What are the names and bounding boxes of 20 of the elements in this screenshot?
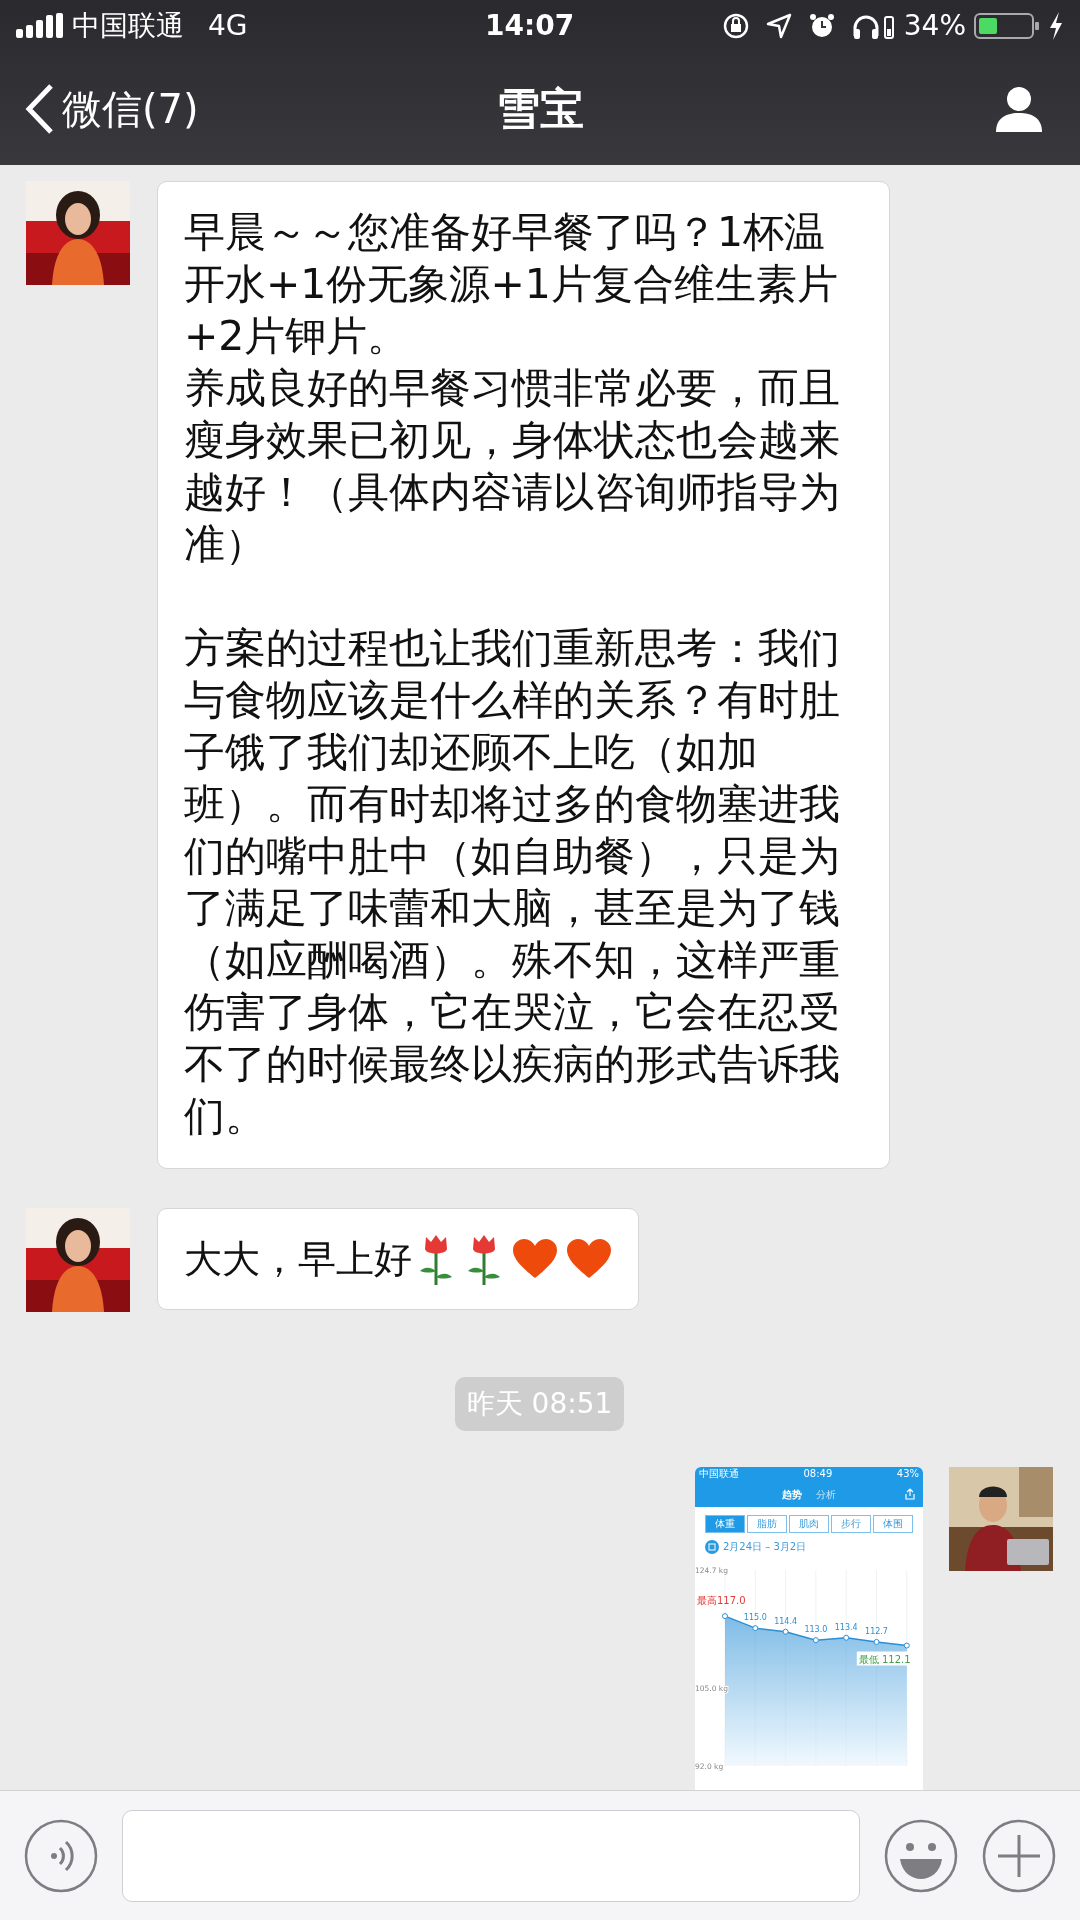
data-label: 114.4 — [774, 1616, 798, 1626]
data-label: 最高117.0 — [697, 1595, 746, 1607]
message-text: 方案的过程也让我们重新思考：我们与食物应该是什么样的关系？有时肚子饿了我们却还顾不上吃（如加班）。而有时却将过多的食物塞进我们的嘴中肚中（如自助餐），只是为了满足了味蕾和大脑，甚至是为了钱（如应酬喝酒）。殊不知，这样严重伤害了身体，它在哭泣，它会在忍受不了的时候最终以疾病的形式告诉我们。 — [184, 623, 841, 1142]
battery-percent: 34% — [903, 8, 966, 44]
data-label: 113.4 — [834, 1622, 858, 1632]
date-range: 2月24日 – 3月2日 — [723, 1540, 807, 1554]
message-text: 大大，早上好 — [184, 1236, 412, 1283]
data-label: 112.7 — [865, 1626, 888, 1636]
data-label: 最低 112.1 — [858, 1653, 911, 1665]
data-label: 115.0 — [743, 1613, 767, 1623]
network-type: 4G — [208, 8, 248, 44]
message-text: 养成良好的早餐习惯非常必要，而且瘦身效果已初见，身体状态也会越来越好！（具体内容请以咨询师指导为准） — [184, 363, 841, 570]
chat-title: 雪宝 — [496, 81, 584, 136]
data-label: 113.0 — [804, 1625, 828, 1635]
battery-percent: 43% — [896, 1469, 919, 1479]
message-text: 早晨～～您准备好早餐了吗？1杯温开水+1份无象源+1片复合维生素片+2片钾片。 — [184, 207, 839, 362]
carrier-name: 中国联通 — [72, 8, 184, 44]
clock-time: 08:49 — [803, 1469, 833, 1479]
carrier-name: 中国联通 — [699, 1469, 739, 1479]
clock-time: 14:07 — [485, 8, 575, 44]
